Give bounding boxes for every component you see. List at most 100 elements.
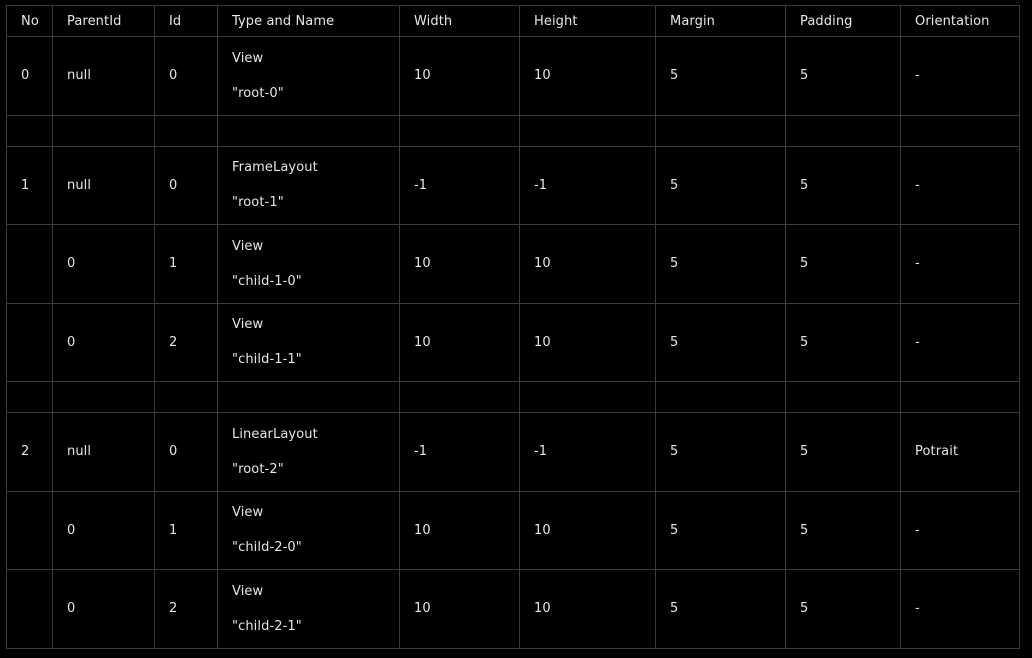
cell-padding: [785, 381, 901, 413]
cell-width: [399, 114, 520, 147]
cell-orientation: [900, 381, 1020, 413]
cell-no: [6, 302, 53, 382]
cell-orientation: -: [900, 145, 1020, 225]
header-type-and-name: Type and Name: [217, 5, 400, 37]
cell-orientation: -: [900, 490, 1020, 570]
cell-id: [154, 114, 218, 147]
cell-padding: 5: [785, 302, 901, 382]
cell-width: -1: [399, 145, 520, 225]
cell-type-and-name: View "child-2-0": [217, 490, 400, 570]
cell-margin: 5: [655, 412, 786, 492]
cell-no: [6, 490, 53, 570]
cell-parent-id: [52, 114, 155, 147]
cell-padding: 5: [785, 490, 901, 570]
cell-id: 2: [154, 569, 218, 649]
cell-id: [154, 381, 218, 413]
cell-padding: 5: [785, 412, 901, 492]
cell-width: 10: [399, 36, 520, 116]
table-row: 2 null 0 LinearLayout "root-2" -1 -1 5 5…: [6, 412, 1020, 492]
cell-margin: 5: [655, 569, 786, 649]
cell-orientation: -: [900, 302, 1020, 382]
cell-orientation: -: [900, 36, 1020, 116]
cell-parent-id: 0: [52, 302, 155, 382]
cell-margin: [655, 381, 786, 413]
cell-height: 10: [519, 302, 656, 382]
cell-parent-id: 0: [52, 569, 155, 649]
cell-type-and-name: [217, 114, 400, 147]
cell-no: [6, 381, 53, 413]
cell-name: "root-0": [232, 85, 284, 101]
cell-width: [399, 381, 520, 413]
cell-height: 10: [519, 224, 656, 304]
cell-type: View: [232, 505, 264, 521]
cell-type: View: [232, 238, 264, 254]
cell-no: 0: [6, 36, 53, 116]
cell-type-and-name: LinearLayout "root-2": [217, 412, 400, 492]
cell-margin: 5: [655, 145, 786, 225]
cell-type: View: [232, 317, 264, 333]
cell-orientation: -: [900, 569, 1020, 649]
cell-type: View: [232, 583, 264, 599]
table-row: 0 null 0 View "root-0" 10 10 5 5 -: [6, 36, 1020, 116]
cell-height: -1: [519, 412, 656, 492]
cell-type: View: [232, 50, 264, 66]
cell-orientation: -: [900, 224, 1020, 304]
cell-parent-id: null: [52, 145, 155, 225]
cell-width: -1: [399, 412, 520, 492]
cell-width: 10: [399, 224, 520, 304]
table-row: 1 null 0 FrameLayout "root-1" -1 -1 5 5 …: [6, 145, 1020, 225]
table-spacer-row: [6, 381, 1020, 413]
table-header-row: No ParentId Id Type and Name Width Heigh…: [6, 5, 1020, 37]
cell-type: LinearLayout: [232, 426, 318, 442]
cell-no: [6, 114, 53, 147]
header-orientation: Orientation: [900, 5, 1020, 37]
cell-height: [519, 381, 656, 413]
cell-width: 10: [399, 490, 520, 570]
cell-height: [519, 114, 656, 147]
cell-name: "child-2-0": [232, 540, 302, 556]
cell-no: 1: [6, 145, 53, 225]
cell-margin: 5: [655, 36, 786, 116]
cell-type-and-name: View "root-0": [217, 36, 400, 116]
cell-name: "child-2-1": [232, 618, 302, 634]
cell-orientation: [900, 114, 1020, 147]
table-row: 0 1 View "child-2-0" 10 10 5 5 -: [6, 490, 1020, 570]
cell-padding: 5: [785, 36, 901, 116]
cell-type-and-name: View "child-1-0": [217, 224, 400, 304]
cell-margin: [655, 114, 786, 147]
cell-id: 1: [154, 490, 218, 570]
layout-table: No ParentId Id Type and Name Width Heigh…: [6, 5, 1020, 649]
cell-id: 2: [154, 302, 218, 382]
header-id: Id: [154, 5, 218, 37]
cell-id: 0: [154, 412, 218, 492]
cell-width: 10: [399, 569, 520, 649]
cell-type-and-name: [217, 381, 400, 413]
cell-margin: 5: [655, 302, 786, 382]
cell-parent-id: null: [52, 36, 155, 116]
cell-type: FrameLayout: [232, 160, 318, 176]
cell-height: 10: [519, 490, 656, 570]
table-spacer-row: [6, 114, 1020, 147]
cell-name: "child-1-0": [232, 273, 302, 289]
cell-type-and-name: View "child-1-1": [217, 302, 400, 382]
cell-type-and-name: FrameLayout "root-1": [217, 145, 400, 225]
cell-parent-id: null: [52, 412, 155, 492]
cell-parent-id: [52, 381, 155, 413]
table-row: 0 1 View "child-1-0" 10 10 5 5 -: [6, 224, 1020, 304]
header-width: Width: [399, 5, 520, 37]
header-height: Height: [519, 5, 656, 37]
table-row: 0 2 View "child-1-1" 10 10 5 5 -: [6, 302, 1020, 382]
cell-name: "root-2": [232, 461, 284, 477]
cell-padding: 5: [785, 569, 901, 649]
cell-name: "child-1-1": [232, 352, 302, 368]
cell-id: 0: [154, 36, 218, 116]
table-row: 0 2 View "child-2-1" 10 10 5 5 -: [6, 569, 1020, 649]
cell-height: 10: [519, 569, 656, 649]
header-parent-id: ParentId: [52, 5, 155, 37]
cell-type-and-name: View "child-2-1": [217, 569, 400, 649]
cell-parent-id: 0: [52, 490, 155, 570]
cell-no: 2: [6, 412, 53, 492]
cell-no: [6, 569, 53, 649]
cell-width: 10: [399, 302, 520, 382]
cell-margin: 5: [655, 490, 786, 570]
